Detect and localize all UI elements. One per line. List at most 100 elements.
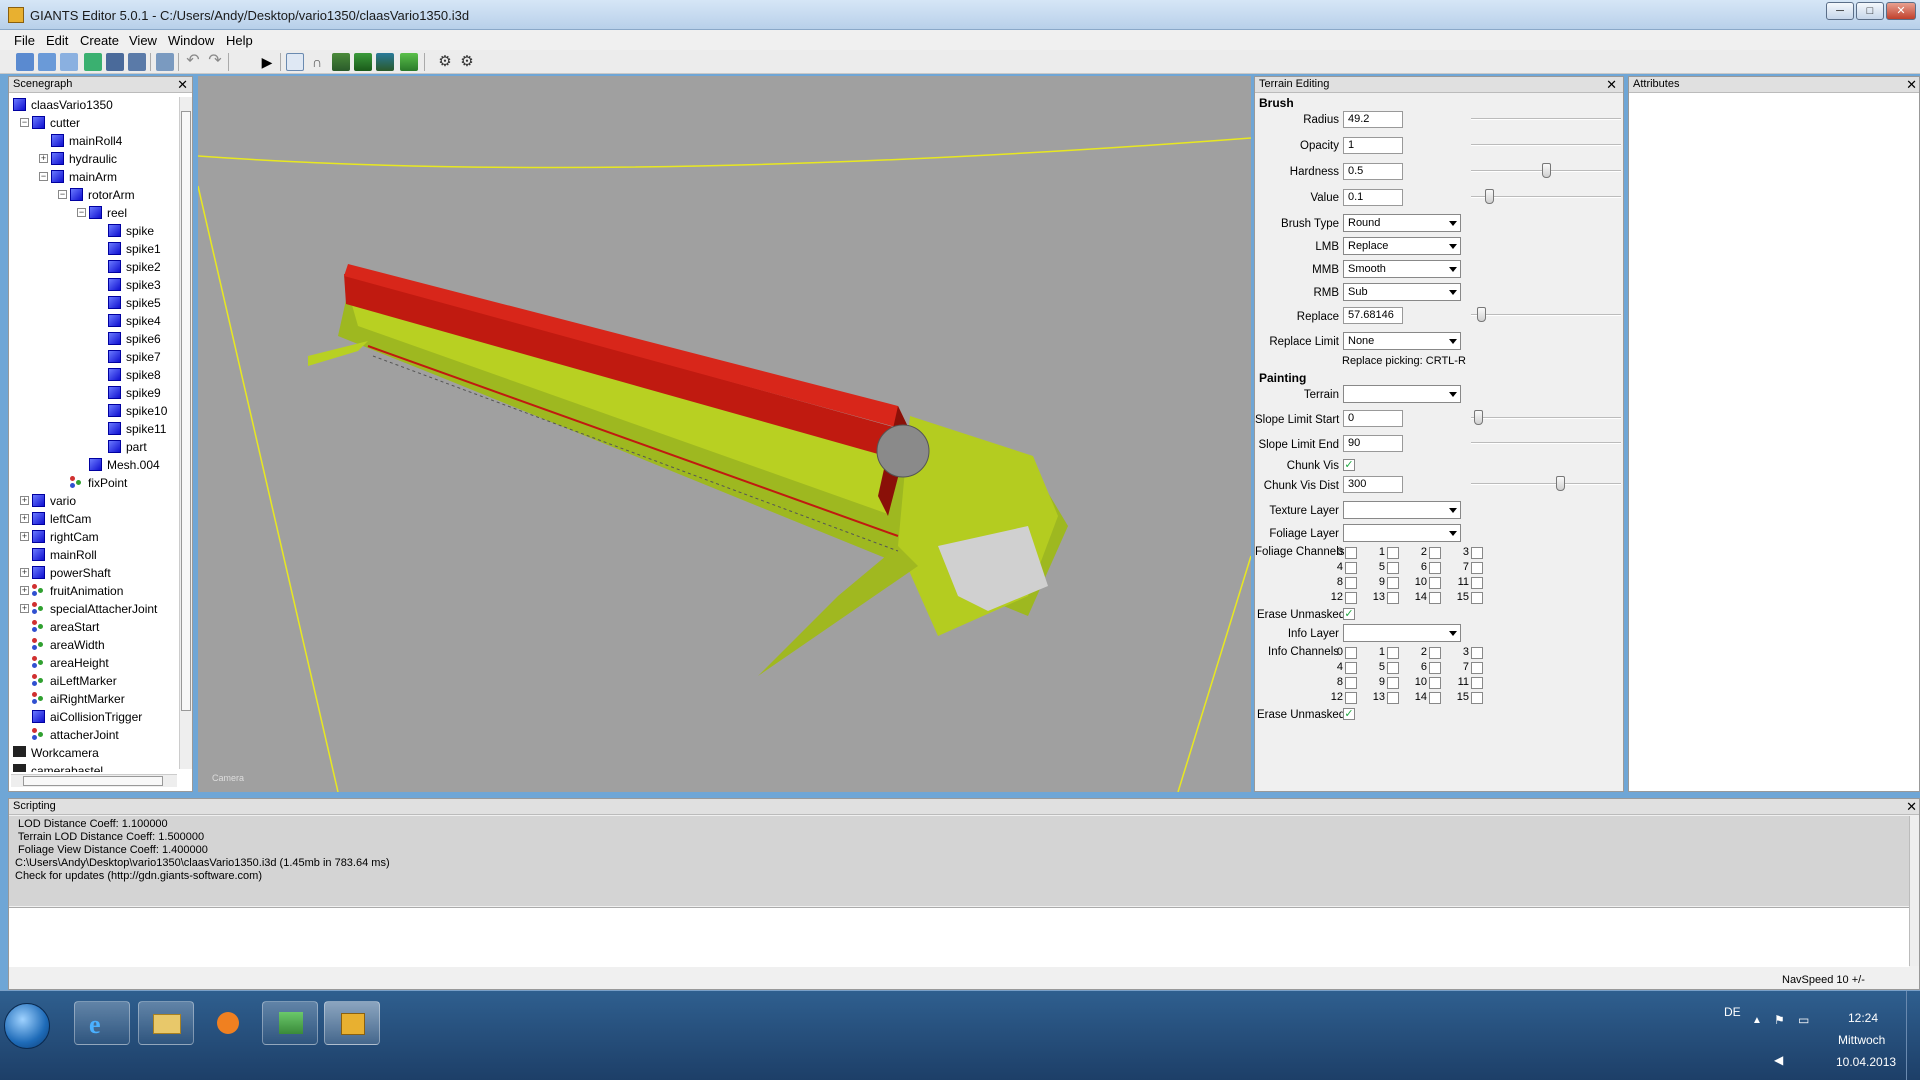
- info-channel-checkbox[interactable]: [1429, 647, 1441, 659]
- foliage-channel-checkbox[interactable]: [1387, 577, 1399, 589]
- chunk-vis-dist-input[interactable]: 300: [1343, 476, 1403, 493]
- clock-day[interactable]: Mittwoch: [1838, 1033, 1885, 1047]
- info-channel-checkbox[interactable]: [1471, 677, 1483, 689]
- tree-node[interactable]: + fruitAnimation: [9, 582, 177, 600]
- tree-node[interactable]: claasVario1350: [9, 96, 177, 114]
- tree-node[interactable]: aiRightMarker: [9, 690, 177, 708]
- info-channel-checkbox[interactable]: [1429, 677, 1441, 689]
- tree-node[interactable]: aiCollisionTrigger: [9, 708, 177, 726]
- mmb-select[interactable]: Smooth: [1343, 260, 1461, 278]
- erase-unmasked-checkbox[interactable]: ✓: [1343, 608, 1355, 620]
- tree-node[interactable]: mainRoll: [9, 546, 177, 564]
- foliage-channel-checkbox[interactable]: [1429, 547, 1441, 559]
- clock-date[interactable]: 10.04.2013: [1836, 1055, 1896, 1069]
- tree-node[interactable]: camerabastel: [9, 762, 177, 772]
- undo-icon[interactable]: ↶: [184, 53, 202, 71]
- info-channel-checkbox[interactable]: [1429, 692, 1441, 704]
- tree-node[interactable]: part: [9, 438, 177, 456]
- scenegraph-vertical-scrollbar[interactable]: [179, 97, 192, 769]
- tree-node[interactable]: Mesh.004: [9, 456, 177, 474]
- foliage-channel-checkbox[interactable]: [1471, 547, 1483, 559]
- menu-help[interactable]: Help: [226, 33, 253, 48]
- chunk-vis-dist-slider-track[interactable]: [1471, 483, 1621, 485]
- close-window-button[interactable]: ✕: [1886, 2, 1916, 20]
- close-icon[interactable]: ✕: [1906, 800, 1917, 813]
- expand-icon[interactable]: +: [39, 154, 48, 163]
- foliage-channel-checkbox[interactable]: [1345, 577, 1357, 589]
- texture-layer-select[interactable]: [1343, 501, 1461, 519]
- collapse-icon[interactable]: −: [77, 208, 86, 217]
- chunk-vis-dist-slider-thumb[interactable]: [1555, 476, 1565, 491]
- open-icon[interactable]: [38, 53, 56, 71]
- move-icon[interactable]: ∩: [308, 53, 326, 71]
- foliage-channel-checkbox[interactable]: [1429, 592, 1441, 604]
- tree-node[interactable]: spike7: [9, 348, 177, 366]
- slope-end-slider-track[interactable]: [1471, 442, 1621, 444]
- tree-node[interactable]: fixPoint: [9, 474, 177, 492]
- radius-input[interactable]: 49.2: [1343, 111, 1403, 128]
- tree-node[interactable]: + vario: [9, 492, 177, 510]
- menu-edit[interactable]: Edit: [46, 33, 68, 48]
- menu-window[interactable]: Window: [168, 33, 214, 48]
- start-button[interactable]: [4, 1003, 50, 1049]
- replace-limit-select[interactable]: None: [1343, 332, 1461, 350]
- terrain-select[interactable]: [1343, 385, 1461, 403]
- info-channel-checkbox[interactable]: [1471, 647, 1483, 659]
- info-channel-checkbox[interactable]: [1387, 647, 1399, 659]
- replace-input[interactable]: 57.68146: [1343, 307, 1403, 324]
- collapse-icon[interactable]: −: [20, 118, 29, 127]
- chunk-vis-checkbox[interactable]: ✓: [1343, 459, 1355, 471]
- replace-slider-thumb[interactable]: [1476, 307, 1486, 322]
- select-icon[interactable]: [286, 53, 304, 71]
- tree-node[interactable]: + hydraulic: [9, 150, 177, 168]
- info-channel-checkbox[interactable]: [1471, 662, 1483, 674]
- replace-slider-track[interactable]: [1471, 314, 1621, 316]
- collapse-icon[interactable]: −: [39, 172, 48, 181]
- menu-file[interactable]: File: [14, 33, 35, 48]
- rmb-select[interactable]: Sub: [1343, 283, 1461, 301]
- tree-node[interactable]: spike: [9, 222, 177, 240]
- foliage-channel-checkbox[interactable]: [1471, 577, 1483, 589]
- expand-icon[interactable]: +: [20, 586, 29, 595]
- tree-node[interactable]: − reel: [9, 204, 177, 222]
- foliage-channel-checkbox[interactable]: [1387, 547, 1399, 559]
- tree-node[interactable]: − mainArm: [9, 168, 177, 186]
- tree-node[interactable]: + leftCam: [9, 510, 177, 528]
- foliage-channel-checkbox[interactable]: [1387, 592, 1399, 604]
- close-icon[interactable]: ✕: [1906, 78, 1917, 91]
- tree-node[interactable]: + powerShaft: [9, 564, 177, 582]
- tree-node[interactable]: spike4: [9, 312, 177, 330]
- foliage-channel-checkbox[interactable]: [1471, 562, 1483, 574]
- slope-limit-start-input[interactable]: 0: [1343, 410, 1403, 427]
- info-channel-checkbox[interactable]: [1345, 677, 1357, 689]
- opacity-input[interactable]: 1: [1343, 137, 1403, 154]
- foliage-channel-checkbox[interactable]: [1387, 562, 1399, 574]
- tree-node[interactable]: spike9: [9, 384, 177, 402]
- media-player-icon[interactable]: [200, 1001, 256, 1045]
- info-channel-checkbox[interactable]: [1387, 662, 1399, 674]
- info-channel-checkbox[interactable]: [1345, 662, 1357, 674]
- new-icon[interactable]: [16, 53, 34, 71]
- info-channel-checkbox[interactable]: [1471, 692, 1483, 704]
- foliage-channel-checkbox[interactable]: [1429, 577, 1441, 589]
- tree-node[interactable]: spike10: [9, 402, 177, 420]
- brush-type-select[interactable]: Round: [1343, 214, 1461, 232]
- radius-slider-track[interactable]: [1471, 118, 1621, 120]
- tree-node[interactable]: − cutter: [9, 114, 177, 132]
- internet-explorer-icon[interactable]: e: [74, 1001, 130, 1045]
- value-input[interactable]: 0.1: [1343, 189, 1403, 206]
- tree-node[interactable]: mainRoll4: [9, 132, 177, 150]
- action-center-flag-icon[interactable]: ⚑: [1774, 1013, 1785, 1027]
- scrollbar-thumb[interactable]: [181, 111, 191, 711]
- slope-limit-end-input[interactable]: 90: [1343, 435, 1403, 452]
- expand-icon[interactable]: +: [20, 532, 29, 541]
- script-scrollbar[interactable]: [1909, 816, 1919, 966]
- terrain-paint-icon[interactable]: [354, 53, 372, 71]
- maximize-button[interactable]: □: [1856, 2, 1884, 20]
- menu-view[interactable]: View: [129, 33, 157, 48]
- tree-node[interactable]: spike6: [9, 330, 177, 348]
- collapse-icon[interactable]: −: [58, 190, 67, 199]
- giants-editor-icon[interactable]: [324, 1001, 380, 1045]
- foliage-channel-checkbox[interactable]: [1345, 562, 1357, 574]
- show-desktop-button[interactable]: [1906, 991, 1920, 1080]
